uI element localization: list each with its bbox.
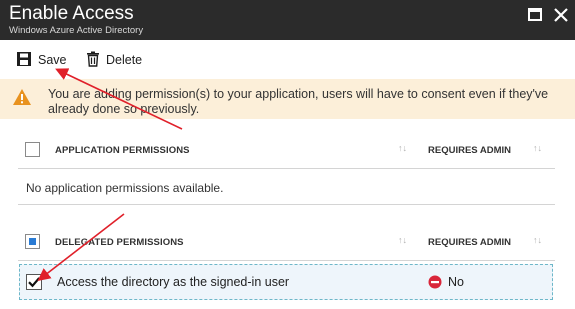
blade-header: Enable Access Windows Azure Active Direc… (0, 0, 575, 40)
empty-message: No application permissions available. (26, 181, 224, 195)
sort-arrows-icon[interactable]: ↑↓ (533, 143, 542, 153)
select-all-application-checkbox[interactable] (25, 142, 40, 157)
delegated-permissions-label: DELEGATED PERMISSIONS (55, 237, 184, 248)
select-all-delegated-checkbox[interactable] (25, 234, 40, 249)
application-permissions-header: APPLICATION PERMISSIONS ↑↓ REQUIRES ADMI… (18, 132, 555, 169)
sort-arrows-icon[interactable]: ↑↓ (533, 235, 542, 245)
sort-arrows-icon[interactable]: ↑↓ (398, 235, 407, 245)
close-icon[interactable] (551, 5, 571, 25)
application-permissions-label: APPLICATION PERMISSIONS (55, 145, 190, 156)
delete-label: Delete (106, 53, 143, 67)
requires-admin-header: REQUIRES ADMIN (428, 237, 512, 248)
save-button[interactable]: Save (16, 49, 67, 71)
delete-button[interactable]: Delete (86, 49, 142, 71)
blade-subtitle: Windows Azure Active Directory (9, 25, 144, 36)
delegated-permissions-header: DELEGATED PERMISSIONS ↑↓ REQUIRES ADMIN … (18, 224, 555, 261)
checkmark-icon (28, 277, 41, 288)
trash-icon (86, 51, 106, 70)
maximize-icon[interactable] (525, 5, 545, 25)
permission-label: Access the directory as the signed-in us… (57, 275, 290, 289)
empty-message-row: No application permissions available. (18, 171, 555, 205)
sort-arrows-icon[interactable]: ↑↓ (398, 143, 407, 153)
blade-title: Enable Access (9, 3, 134, 24)
requires-admin-value: No (448, 275, 464, 289)
floppy-disk-icon (16, 51, 38, 70)
permission-checkbox[interactable] (26, 274, 42, 290)
warning-triangle-icon (12, 88, 32, 111)
save-label: Save (38, 53, 67, 67)
command-bar: Save Delete (0, 45, 575, 75)
requires-admin-header: REQUIRES ADMIN (428, 145, 512, 156)
blocked-icon (428, 275, 442, 294)
warning-text: You are adding permission(s) to your app… (48, 87, 549, 116)
table-row[interactable]: Access the directory as the signed-in us… (19, 264, 553, 300)
